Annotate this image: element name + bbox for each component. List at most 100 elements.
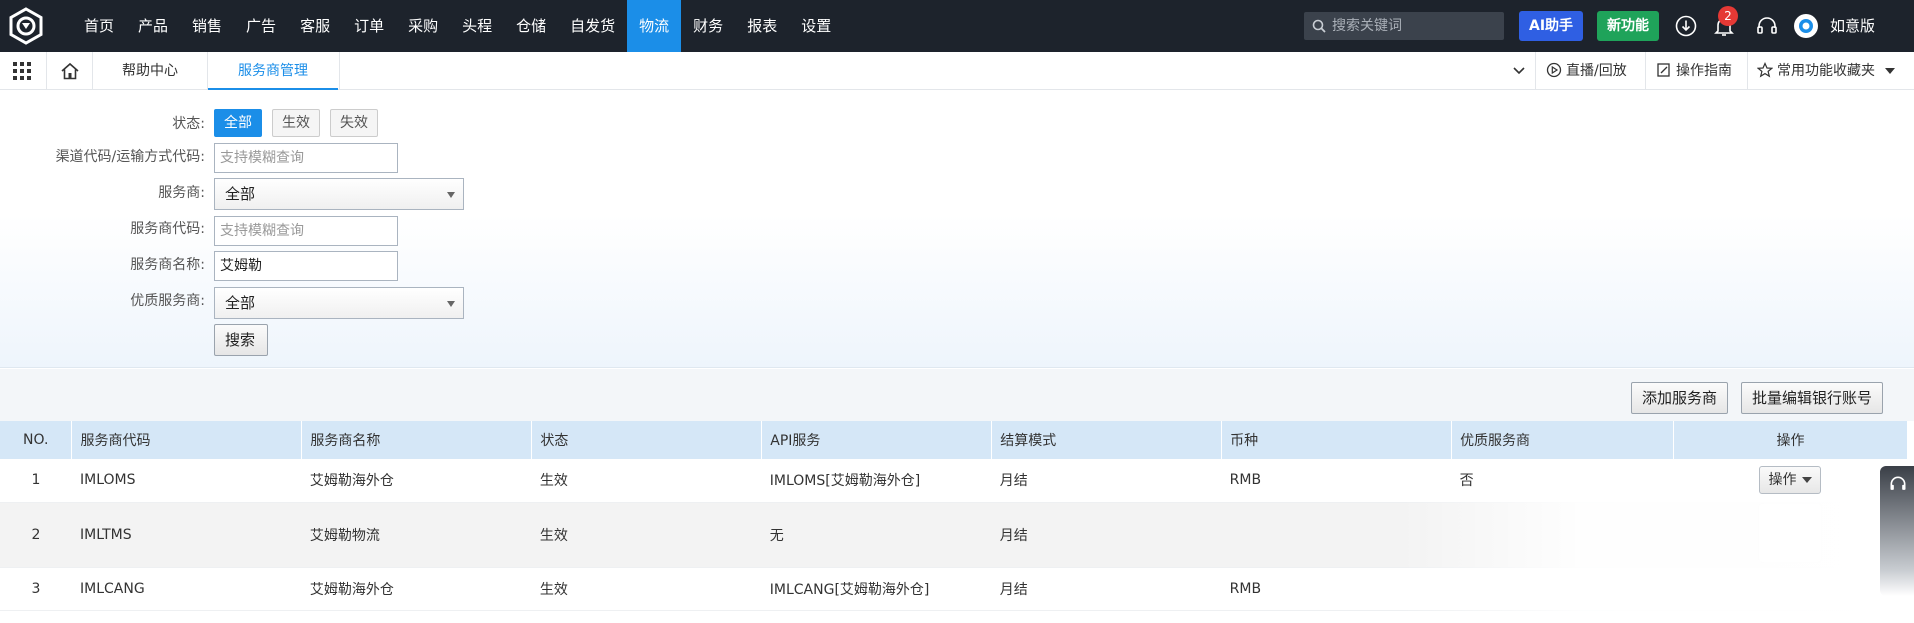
cell-no: 1 bbox=[0, 459, 72, 503]
col-header-premium[interactable]: 优质服务商 bbox=[1451, 421, 1674, 459]
nav-item-warehouse[interactable]: 仓储 bbox=[504, 0, 558, 52]
tab-divider bbox=[1645, 52, 1646, 89]
col-header-status[interactable]: 状态 bbox=[531, 421, 763, 459]
user-name[interactable]: 如意版 bbox=[1830, 0, 1875, 52]
cell-premium: 否 bbox=[1451, 459, 1674, 503]
cell-status: 生效 bbox=[531, 502, 762, 568]
ai-assistant-button[interactable]: AI助手 bbox=[1519, 11, 1584, 41]
nav-item-firstleg[interactable]: 头程 bbox=[450, 0, 504, 52]
nav-item-reports[interactable]: 报表 bbox=[735, 0, 789, 52]
chevron-down-icon[interactable] bbox=[1513, 67, 1525, 75]
tab-divider bbox=[92, 52, 93, 89]
nav-item-home[interactable]: 首页 bbox=[72, 0, 126, 52]
add-provider-button[interactable]: 添加服务商 bbox=[1631, 382, 1729, 414]
tab-help-center[interactable]: 帮助中心 bbox=[94, 52, 206, 90]
cell-currency bbox=[1221, 502, 1452, 568]
nav-item-service[interactable]: 客服 bbox=[288, 0, 342, 52]
cell-settlement: 月结 bbox=[991, 459, 1222, 503]
table-header-row: NO. 服务商代码 服务商名称 状态 API服务 结算模式 币种 优质服务商 操… bbox=[0, 421, 1909, 459]
top-search-input[interactable]: 搜索关键词 bbox=[1304, 12, 1504, 40]
cell-actions bbox=[1673, 567, 1908, 611]
table-row[interactable]: 1 IMLOMS 艾姆勒海外仓 生效 IMLOMS[艾姆勒海外仓] 月结 RMB… bbox=[0, 459, 1908, 503]
nav-item-finance[interactable]: 财务 bbox=[681, 0, 735, 52]
table-row[interactable]: 2 IMLTMS 艾姆勒物流 生效 无 月结 bbox=[0, 502, 1908, 568]
nav-item-settings[interactable]: 设置 bbox=[789, 0, 843, 52]
floating-support-widget[interactable] bbox=[1880, 466, 1914, 596]
cell-provider-name: 艾姆勒物流 bbox=[301, 502, 532, 568]
tab-divider bbox=[1535, 52, 1536, 89]
caret-down-icon bbox=[1802, 477, 1813, 484]
provider-code-input[interactable]: 支持模糊查询 bbox=[214, 216, 398, 246]
caret-down-icon bbox=[1885, 68, 1896, 74]
cell-provider-name: 艾姆勒海外仓 bbox=[301, 567, 532, 611]
status-option-active[interactable]: 生效 bbox=[272, 109, 320, 137]
operation-guide-label: 操作指南 bbox=[1676, 63, 1732, 79]
col-header-api-service[interactable]: API服务 bbox=[761, 421, 993, 459]
provider-name-label: 服务商名称: bbox=[130, 257, 205, 273]
col-header-settlement[interactable]: 结算模式 bbox=[991, 421, 1223, 459]
cell-provider-code: IMLOMS bbox=[71, 459, 302, 503]
table-row[interactable]: 3 IMLCANG 艾姆勒海外仓 生效 IMLCANG[艾姆勒海外仓] 月结 R… bbox=[0, 567, 1908, 611]
actions-bar bbox=[0, 369, 1914, 421]
favorites-menu[interactable]: 常用功能收藏夹 bbox=[1756, 52, 1896, 90]
status-option-inactive[interactable]: 失效 bbox=[330, 109, 378, 137]
provider-label: 服务商: bbox=[158, 185, 205, 201]
cell-no: 3 bbox=[0, 567, 72, 611]
col-header-actions: 操作 bbox=[1673, 421, 1909, 459]
channel-code-label: 渠道代码/运输方式代码: bbox=[55, 149, 205, 165]
tab-divider bbox=[46, 52, 47, 89]
avatar-icon bbox=[1799, 19, 1813, 33]
provider-name-input[interactable]: 艾姆勒 bbox=[214, 251, 398, 281]
provider-select[interactable]: 全部 bbox=[214, 178, 464, 210]
nav-item-product[interactable]: 产品 bbox=[126, 0, 180, 52]
live-replay-link[interactable]: 直播/回放 bbox=[1546, 52, 1627, 90]
search-button[interactable]: 搜索 bbox=[214, 324, 268, 356]
logo-icon[interactable] bbox=[6, 6, 46, 46]
star-icon bbox=[1756, 62, 1774, 78]
support-headset-icon bbox=[1890, 476, 1906, 490]
cell-status: 生效 bbox=[531, 567, 762, 611]
edit-doc-icon bbox=[1657, 63, 1670, 77]
new-features-button[interactable]: 新功能 bbox=[1597, 11, 1659, 41]
col-header-no: NO. bbox=[0, 421, 73, 459]
avatar[interactable] bbox=[1794, 14, 1818, 38]
channel-code-input[interactable]: 支持模糊查询 bbox=[214, 143, 398, 173]
cell-currency: RMB bbox=[1221, 567, 1452, 611]
row-action-placeholder bbox=[1758, 502, 1823, 563]
operation-guide-link[interactable]: 操作指南 bbox=[1656, 52, 1732, 90]
main-nav: 首页 产品 销售 广告 客服 订单 采购 头程 仓储 自发货 物流 财务 报表 … bbox=[72, 0, 843, 52]
headset-icon[interactable] bbox=[1755, 14, 1779, 38]
nav-item-logistics[interactable]: 物流 bbox=[627, 0, 682, 52]
cell-settlement: 月结 bbox=[991, 502, 1222, 568]
batch-edit-bank-button[interactable]: 批量编辑银行账号 bbox=[1741, 382, 1884, 414]
nav-item-ads[interactable]: 广告 bbox=[234, 0, 288, 52]
cell-api-service: IMLOMS[艾姆勒海外仓] bbox=[761, 459, 992, 503]
premium-provider-select[interactable]: 全部 bbox=[214, 287, 464, 319]
col-header-provider-name[interactable]: 服务商名称 bbox=[301, 421, 533, 459]
nav-item-orders[interactable]: 订单 bbox=[342, 0, 396, 52]
premium-provider-select-value: 全部 bbox=[225, 294, 256, 312]
dropdown-caret-icon bbox=[447, 192, 455, 198]
nav-item-purchase[interactable]: 采购 bbox=[396, 0, 450, 52]
premium-provider-label: 优质服务商: bbox=[130, 293, 205, 309]
col-header-currency[interactable]: 币种 bbox=[1221, 421, 1453, 459]
cell-status: 生效 bbox=[531, 459, 762, 503]
download-icon[interactable] bbox=[1674, 14, 1698, 38]
tab-divider bbox=[339, 52, 340, 89]
top-navigation-bar: 首页 产品 销售 广告 客服 订单 采购 头程 仓储 自发货 物流 财务 报表 … bbox=[0, 0, 1914, 52]
favorites-label: 常用功能收藏夹 bbox=[1777, 63, 1875, 79]
provider-table: NO. 服务商代码 服务商名称 状态 API服务 结算模式 币种 优质服务商 操… bbox=[0, 421, 1909, 611]
status-option-all[interactable]: 全部 bbox=[214, 109, 262, 137]
row-action-dropdown[interactable]: 操作 bbox=[1759, 466, 1822, 495]
cell-premium bbox=[1451, 502, 1674, 568]
tab-provider-management[interactable]: 服务商管理 bbox=[208, 52, 338, 90]
play-circle-icon bbox=[1546, 62, 1562, 78]
nav-item-self-ship[interactable]: 自发货 bbox=[558, 0, 627, 52]
home-icon[interactable] bbox=[60, 62, 80, 80]
cell-provider-name: 艾姆勒海外仓 bbox=[301, 459, 532, 503]
col-header-provider-code[interactable]: 服务商代码 bbox=[71, 421, 303, 459]
nav-item-sales[interactable]: 销售 bbox=[180, 0, 234, 52]
app-grid-icon[interactable] bbox=[13, 62, 31, 80]
cell-provider-code: IMLCANG bbox=[71, 567, 302, 611]
cell-actions bbox=[1673, 502, 1908, 568]
